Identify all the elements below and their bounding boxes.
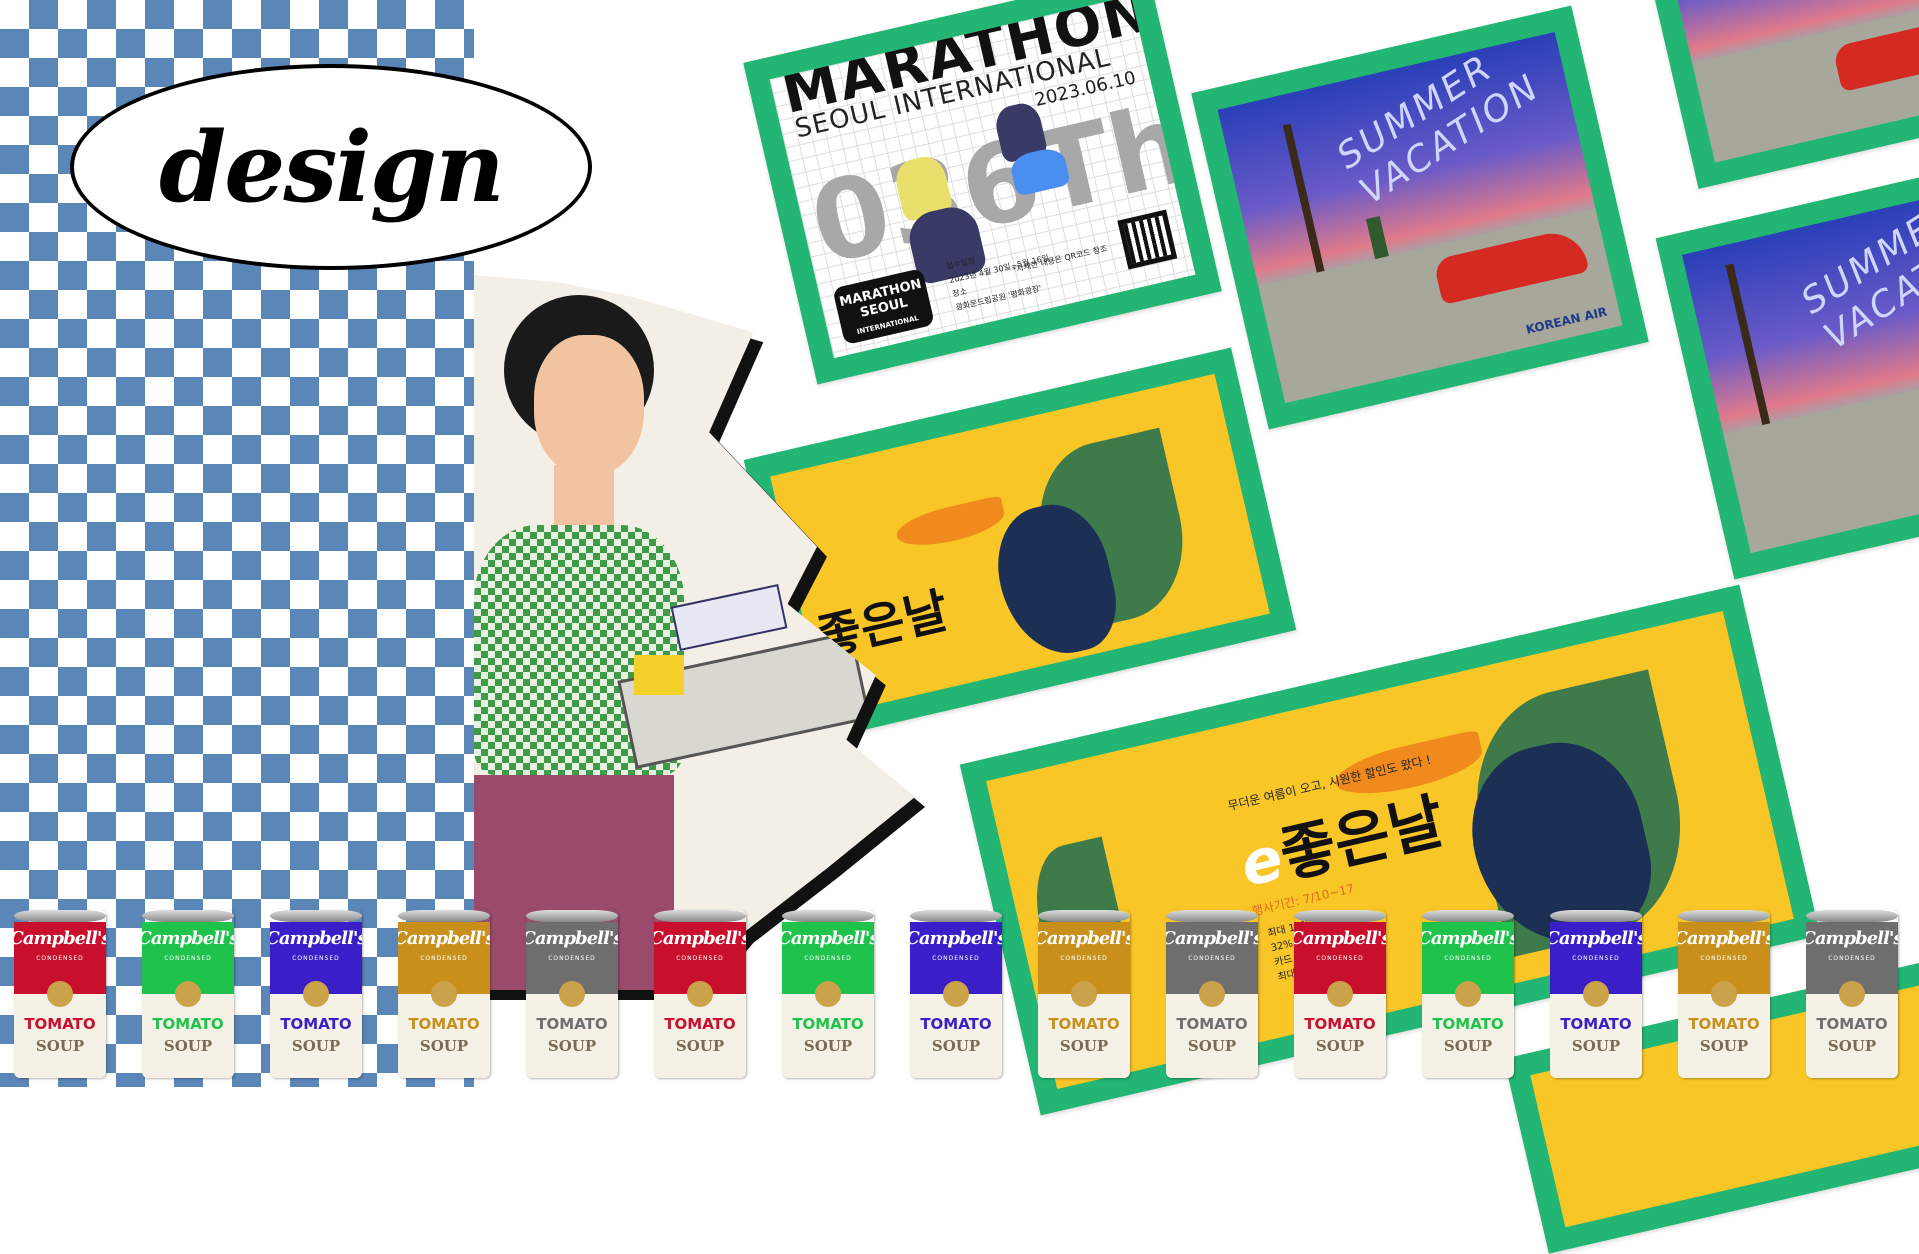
campbells-can: Campbell's CONDENSED TOMATO SOUP — [1678, 910, 1770, 1078]
logo-text: design — [159, 110, 505, 224]
campbells-can: Campbell's CONDENSED TOMATO SOUP — [398, 910, 490, 1078]
marathon-poster-card: MARATHON SEOUL INTERNATIONAL 2023.06.10 … — [743, 0, 1222, 385]
design-logo: design — [70, 64, 592, 270]
campbells-can: Campbell's CONDENSED TOMATO SOUP — [270, 910, 362, 1078]
summer-card-partial-top — [1631, 0, 1919, 189]
campbells-can: Campbell's CONDENSED TOMATO SOUP — [910, 910, 1002, 1078]
campbells-can: Campbell's CONDENSED TOMATO SOUP — [1550, 910, 1642, 1078]
summer-title: SUMMER VACATION — [1794, 191, 1919, 358]
summer-vacation-card: SUMMER VACATION KOREAN AIR — [1191, 5, 1649, 430]
campbells-can: Campbell's CONDENSED TOMATO SOUP — [1294, 910, 1386, 1078]
summer-title: SUMMER VACATION — [1329, 46, 1548, 213]
campbells-can: Campbell's CONDENSED TOMATO SOUP — [1166, 910, 1258, 1078]
campbells-can: Campbell's CONDENSED TOMATO SOUP — [14, 910, 106, 1078]
campbells-can: Campbell's CONDENSED TOMATO SOUP — [782, 910, 874, 1078]
campbells-can: Campbell's CONDENSED TOMATO SOUP — [142, 910, 234, 1078]
campbells-cans-row: Campbell's CONDENSED TOMATO SOUP Campbell's C… — [0, 910, 1919, 1080]
campbells-can: Campbell's CONDENSED TOMATO SOUP — [1422, 910, 1514, 1078]
campbells-can: Campbell's CONDENSED TOMATO SOUP — [1038, 910, 1130, 1078]
summer-vacation-card-right: SUMMER VACATION — [1655, 150, 1919, 580]
campbells-can: Campbell's CONDENSED TOMATO SOUP — [654, 910, 746, 1078]
campbells-can: Campbell's CONDENSED TOMATO SOUP — [526, 910, 618, 1078]
qr-code — [1117, 209, 1178, 270]
campbells-can: Campbell's CONDENSED TOMATO SOUP — [1806, 910, 1898, 1078]
